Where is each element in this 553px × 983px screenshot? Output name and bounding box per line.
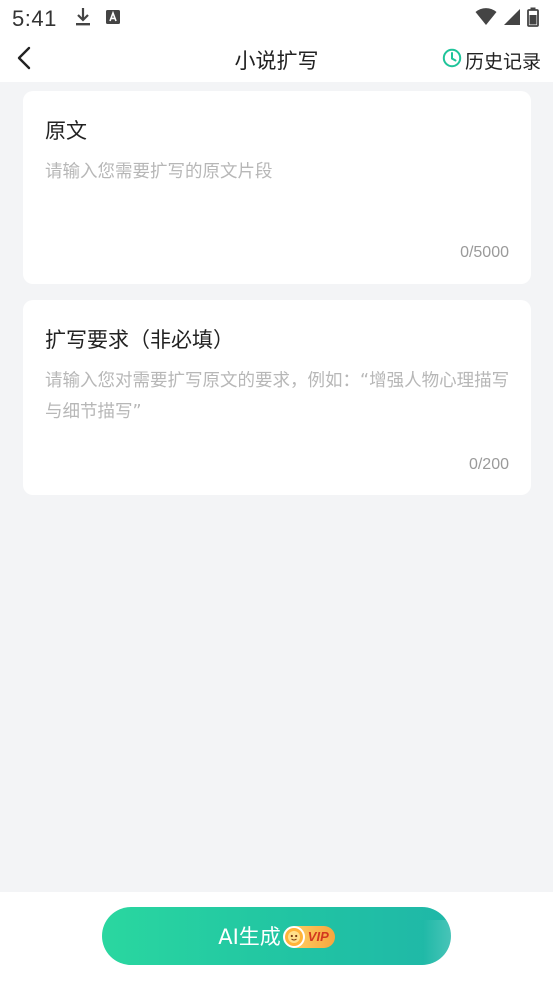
status-system-icons [475, 7, 539, 31]
download-icon [75, 7, 91, 31]
status-notification-icons [75, 7, 121, 31]
original-text-card: 原文 0/5000 [23, 91, 531, 284]
keyboard-app-icon [105, 9, 121, 29]
original-text-counter: 0/5000 [460, 244, 509, 261]
vip-badge: VIP [282, 925, 335, 948]
expansion-request-title: 扩写要求（非必填） [45, 328, 234, 352]
battery-icon [527, 7, 539, 31]
back-button[interactable] [8, 44, 40, 76]
signal-icon [503, 8, 521, 30]
chevron-left-icon [17, 46, 31, 74]
vip-mascot-icon [282, 925, 305, 948]
expansion-request-input[interactable] [45, 366, 511, 456]
history-label: 历史记录 [464, 51, 541, 73]
original-text-title: 原文 [45, 119, 87, 143]
expansion-request-counter: 0/200 [468, 456, 509, 473]
page-title: 小说扩写 [234, 49, 319, 73]
expansion-request-card: 扩写要求（非必填） 0/200 [23, 300, 531, 495]
wifi-icon [475, 8, 497, 30]
bottom-action-bar: AI生成 VIP [0, 892, 553, 983]
original-text-input[interactable] [45, 157, 511, 247]
clock-icon [442, 48, 462, 73]
status-time: 5:41 [12, 6, 57, 31]
history-button[interactable]: 历史记录 [442, 47, 541, 74]
ai-generate-button[interactable]: AI生成 VIP [102, 907, 451, 965]
vip-badge-text: VIP [307, 929, 329, 944]
ai-generate-label: AI生成 [218, 925, 281, 949]
nav-bar: 小说扩写 历史记录 [0, 38, 553, 82]
status-bar: 5:41 [0, 0, 553, 38]
